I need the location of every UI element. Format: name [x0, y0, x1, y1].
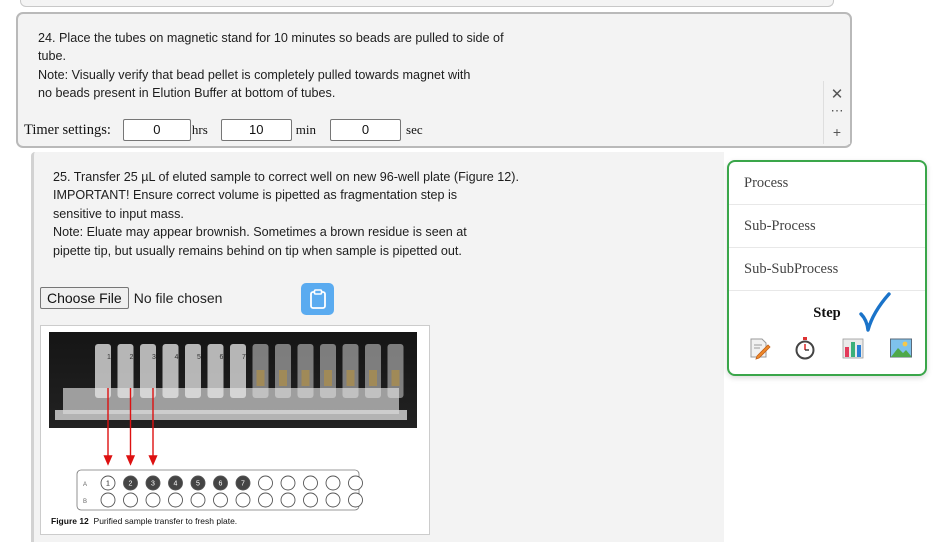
tube — [162, 344, 179, 398]
timer-seconds-unit: sec — [406, 122, 423, 137]
file-upload: Choose File No file chosen — [40, 287, 222, 309]
tube-sample — [391, 370, 400, 386]
tube — [230, 344, 246, 398]
clipboard-icon — [309, 289, 326, 309]
step-label: Step — [813, 305, 841, 321]
figure-caption: Figure 12 Purified sample transfer to fr… — [51, 516, 237, 526]
tube-number: 4 — [175, 354, 179, 361]
caption-label: Figure 12 — [51, 516, 89, 526]
well-number: 3 — [151, 481, 155, 488]
timer-minutes-unit: min — [295, 122, 317, 137]
plate-well — [100, 492, 116, 508]
tube-sample — [256, 370, 265, 386]
well-number: 7 — [241, 481, 245, 488]
plate-well — [145, 492, 161, 508]
row-label: A — [83, 482, 87, 488]
plate-well — [123, 492, 138, 508]
plate-well — [280, 492, 296, 508]
timer-hours-input[interactable]: 0 — [122, 119, 191, 141]
plate-well — [213, 492, 228, 508]
tube-sample — [369, 370, 377, 386]
plate-well — [258, 475, 273, 491]
more-icon[interactable]: ⋯ — [831, 103, 844, 119]
step-type-icons — [747, 336, 917, 362]
file-status: No file chosen — [133, 290, 223, 306]
timer-settings: Timer settings: 0 hrs 10 min 0 sec — [24, 117, 423, 143]
timer-hours-unit: hrs — [191, 122, 208, 137]
caption-text: Purified sample transfer to fresh plate. — [93, 516, 238, 526]
tube-number: 3 — [152, 354, 156, 361]
edit-note-icon[interactable] — [747, 336, 771, 360]
tube-number: 6 — [220, 354, 224, 361]
bar-chart-icon[interactable] — [841, 336, 865, 360]
timer-minutes-input[interactable]: 10 — [220, 119, 292, 141]
step-actions: ✕ ⋯ + — [823, 81, 850, 144]
step-25-text: 25. Transfer 25 µL of eluted sample to c… — [53, 170, 519, 258]
arrow-head — [103, 455, 113, 466]
plate-well — [325, 492, 341, 508]
plate-well — [190, 492, 206, 508]
choose-file-button[interactable]: Choose File — [40, 287, 129, 309]
arrow-head — [148, 455, 158, 466]
step-24-text: 24. Place the tubes on magnetic stand fo… — [38, 31, 504, 101]
plate-well — [348, 475, 363, 491]
figure-12-image: 1 2 3 4 5 6 7 A 1 2 3 4 5 6 7 B Figure 12 Purified sam… — [40, 325, 430, 535]
menu-item-process[interactable]: Process — [729, 162, 925, 205]
tube-transfer-illustration: 1 2 3 4 5 6 7 A 1 2 3 4 5 6 7 B — [49, 332, 417, 511]
checkmark-icon — [859, 292, 891, 332]
menu-item-sub-process[interactable]: Sub-Process — [729, 205, 925, 248]
well-number: 6 — [219, 481, 223, 488]
clipboard-button[interactable] — [301, 283, 334, 315]
timer-label: Timer settings: — [24, 121, 111, 138]
plate-well — [303, 475, 318, 491]
arrow-head — [125, 455, 136, 466]
tube-number: 7 — [242, 354, 246, 361]
add-icon[interactable]: + — [833, 124, 841, 140]
well-number: 2 — [129, 481, 133, 488]
tube-sample — [324, 370, 332, 386]
close-icon[interactable]: ✕ — [831, 87, 844, 103]
well-number: 5 — [196, 481, 200, 488]
plate-well — [325, 475, 341, 491]
timer-seconds-input[interactable]: 0 — [330, 119, 402, 141]
row-label: B — [83, 499, 87, 505]
image-icon[interactable] — [889, 336, 913, 360]
plate-well — [303, 492, 318, 508]
well-number: 4 — [174, 481, 178, 488]
well-number: 1 — [106, 481, 110, 488]
tube-sample — [346, 370, 355, 386]
tube-sample — [301, 370, 310, 386]
plate-well — [348, 492, 363, 508]
tube-sample — [279, 370, 287, 386]
menu-item-sub-subprocess[interactable]: Sub-SubProcess — [729, 248, 925, 291]
step-24-card: 24. Place the tubes on magnetic stand fo… — [16, 12, 852, 148]
stopwatch-icon[interactable] — [793, 336, 817, 360]
tube — [207, 344, 224, 398]
insert-menu-popup: Process Sub-Process Sub-SubProcess Step — [727, 160, 927, 376]
tube-number: 2 — [130, 354, 134, 361]
plate-well — [168, 492, 183, 508]
plate-well — [258, 492, 273, 508]
tube-number: 1 — [107, 354, 111, 361]
plate-well — [280, 475, 296, 491]
step-25-card: 25. Transfer 25 µL of eluted sample to c… — [31, 152, 724, 542]
previous-step-card — [20, 0, 834, 7]
tube — [185, 344, 201, 398]
tube-number: 5 — [197, 354, 201, 361]
plate-well — [235, 492, 251, 508]
